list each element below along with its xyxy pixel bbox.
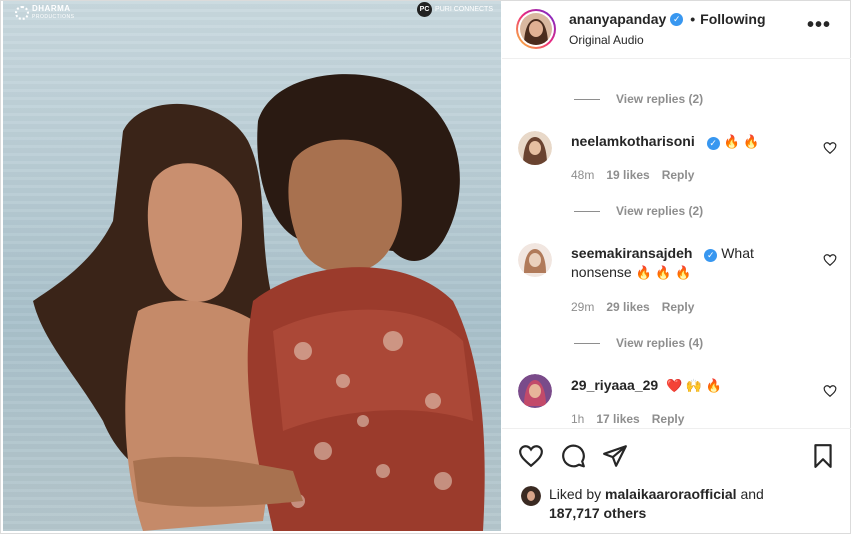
verified-icon: ✓ xyxy=(706,137,720,150)
post-modal: DHARMA PRODUCTIONS PC PURI CONNECTS anany… xyxy=(0,0,851,534)
more-icon[interactable]: ••• xyxy=(807,15,831,35)
likes-summary: Liked by malaikaaroraofficial and 187,71… xyxy=(502,483,851,531)
avatar-image xyxy=(520,13,552,45)
like-comment-heart-icon[interactable] xyxy=(823,384,837,398)
commenter-avatar[interactable] xyxy=(518,243,552,277)
post-header: ananyapanday ✓ • Following Original Audi… xyxy=(502,1,851,59)
commenter-avatar[interactable] xyxy=(518,374,552,408)
comments-list[interactable]: View replies (2) neelamkotharisoni ✓ 🔥 🔥 xyxy=(502,60,851,427)
comment-time: 1h xyxy=(571,412,585,426)
separator-dot: • xyxy=(690,11,696,27)
comment-text: ❤️ 🙌 🔥 xyxy=(666,378,722,393)
view-replies-button[interactable]: View replies (2) xyxy=(574,92,703,106)
comment-icon[interactable] xyxy=(560,443,586,469)
liked-and-label: and xyxy=(740,486,764,502)
like-comment-heart-icon[interactable] xyxy=(823,253,837,267)
liker-avatar[interactable] xyxy=(521,486,541,506)
comment-likes[interactable]: 17 likes xyxy=(596,412,639,426)
comment-meta: 29m 29 likes Reply xyxy=(571,300,694,314)
like-comment-heart-icon[interactable] xyxy=(823,141,837,155)
comment-meta: 1h 17 likes Reply xyxy=(571,412,684,426)
author-username[interactable]: ananyapanday xyxy=(569,11,666,27)
comment-time: 29m xyxy=(571,300,595,314)
post-image[interactable]: DHARMA PRODUCTIONS PC PURI CONNECTS xyxy=(3,1,501,531)
author-avatar[interactable] xyxy=(516,9,556,49)
likes-count[interactable]: 187,717 others xyxy=(549,505,646,521)
liked-by-label: Liked by xyxy=(549,486,602,502)
bookmark-icon[interactable] xyxy=(810,443,836,469)
puri-connects-logo: PC PURI CONNECTS xyxy=(417,2,493,17)
view-replies-button[interactable]: View replies (2) xyxy=(574,204,703,218)
view-replies-button[interactable]: View replies (4) xyxy=(574,336,703,350)
post-actions-bar xyxy=(502,428,851,480)
comment-username[interactable]: 29_riyaaa_29 xyxy=(571,377,658,393)
partial-comment-meta xyxy=(571,60,574,66)
comment-likes[interactable]: 19 likes xyxy=(606,168,649,182)
share-icon[interactable] xyxy=(602,443,628,469)
verified-icon: ✓ xyxy=(704,249,718,262)
reply-button[interactable]: Reply xyxy=(662,300,695,314)
reply-button[interactable]: Reply xyxy=(662,168,695,182)
heart-icon[interactable] xyxy=(518,443,544,469)
post-details-panel: ananyapanday ✓ • Following Original Audi… xyxy=(502,1,851,531)
commenter-avatar[interactable] xyxy=(518,131,552,165)
following-button[interactable]: Following xyxy=(700,11,765,27)
reply-button[interactable]: Reply xyxy=(652,412,685,426)
comment-emoji: 🔥 🔥 🔥 xyxy=(635,265,692,280)
couple-photo xyxy=(33,74,485,531)
liker-username[interactable]: malaikaaroraofficial xyxy=(605,486,737,502)
comment-meta: 48m 19 likes Reply xyxy=(571,168,694,182)
original-audio-link[interactable]: Original Audio xyxy=(569,33,644,47)
comment-username[interactable]: neelamkotharisoni xyxy=(571,133,695,149)
comment-likes[interactable]: 29 likes xyxy=(606,300,649,314)
verified-icon: ✓ xyxy=(670,12,684,26)
comment-username[interactable]: seemakiransajdeh xyxy=(571,245,692,261)
dharma-logo: DHARMA PRODUCTIONS xyxy=(15,4,74,22)
comment-text: 🔥 🔥 xyxy=(723,134,760,149)
comment-time: 48m xyxy=(571,168,595,182)
